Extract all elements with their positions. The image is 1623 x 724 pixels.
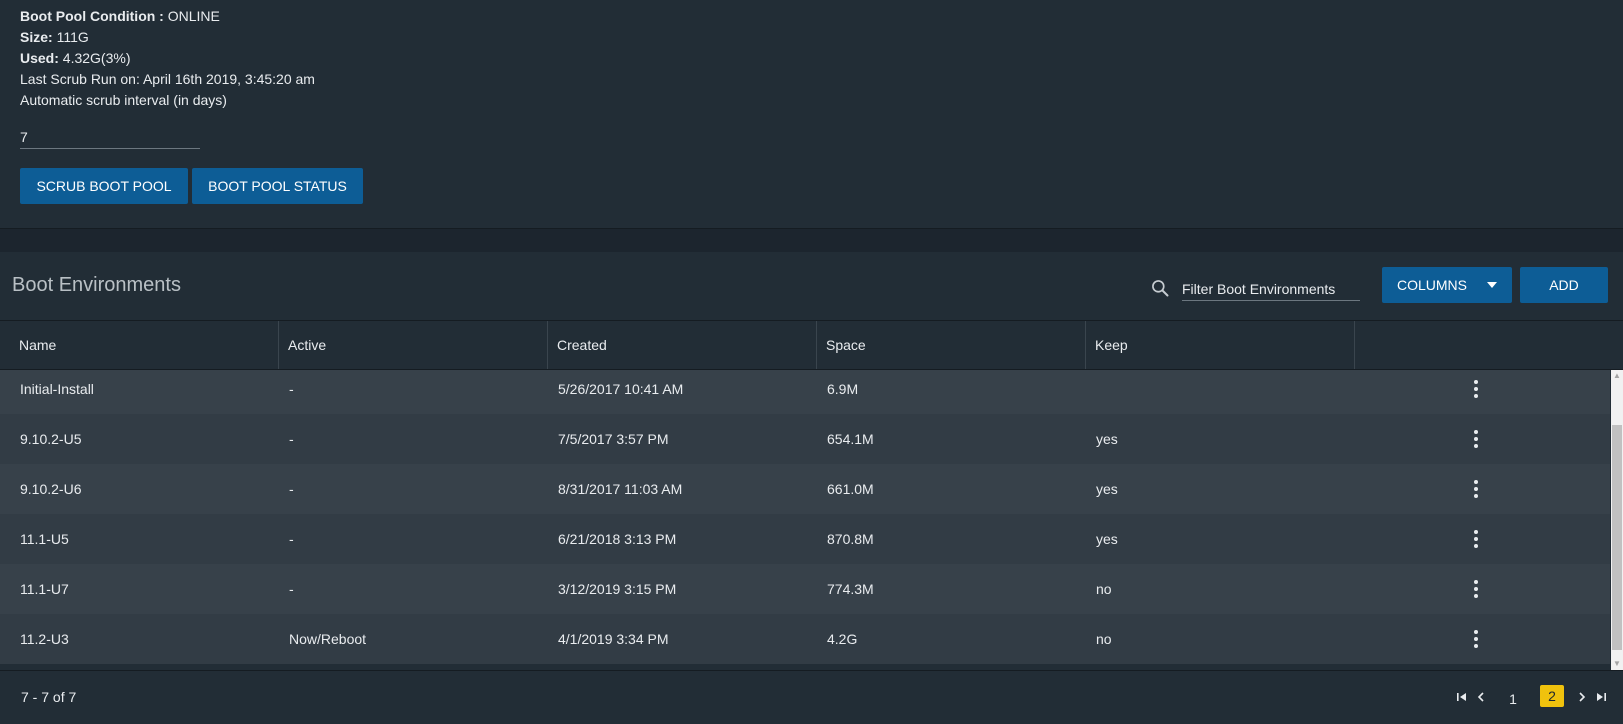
column-header-created[interactable]: Created bbox=[548, 321, 817, 369]
more-vert-icon[interactable] bbox=[1466, 377, 1486, 401]
cell-space: 654.1M bbox=[827, 431, 874, 447]
cell-space: 6.9M bbox=[827, 381, 859, 397]
add-button[interactable]: ADD bbox=[1520, 267, 1608, 303]
cell-keep: no bbox=[1096, 631, 1112, 647]
table-body: Initial-Install - 5/26/2017 10:41 AM 6.9… bbox=[0, 370, 1610, 670]
cell-active: - bbox=[289, 481, 294, 497]
cell-keep: no bbox=[1096, 581, 1112, 597]
more-vert-icon[interactable] bbox=[1466, 477, 1486, 501]
cell-created: 4/1/2019 3:34 PM bbox=[558, 631, 669, 647]
table-scrollbar[interactable]: ▲ ▼ bbox=[1611, 370, 1623, 670]
boot-environments-card: Boot Environments COLUMNS ADD Name Activ… bbox=[0, 252, 1623, 724]
cell-space: 661.0M bbox=[827, 481, 874, 497]
more-vert-icon[interactable] bbox=[1466, 527, 1486, 551]
last-scrub-text: Last Scrub Run on: April 16th 2019, 3:45… bbox=[20, 71, 315, 87]
table-row[interactable]: 9.10.2-U5 - 7/5/2017 3:57 PM 654.1M yes bbox=[0, 414, 1610, 464]
boot-pool-status-button[interactable]: BOOT POOL STATUS bbox=[192, 168, 363, 204]
pool-used: Used: 4.32G(3%) bbox=[20, 50, 131, 66]
chevron-down-icon bbox=[1487, 282, 1497, 288]
cell-active: - bbox=[289, 381, 294, 397]
cell-name: 11.1-U7 bbox=[20, 581, 69, 597]
pool-size-value: 111G bbox=[56, 29, 89, 45]
table-header: Name Active Created Space Keep bbox=[0, 321, 1623, 370]
pool-condition-value: ONLINE bbox=[167, 8, 220, 24]
pool-used-label: Used: bbox=[20, 50, 59, 66]
first-page-icon[interactable] bbox=[1456, 691, 1468, 703]
cell-created: 6/21/2018 3:13 PM bbox=[558, 531, 677, 547]
table-row[interactable]: Initial-Install - 5/26/2017 10:41 AM 6.9… bbox=[0, 370, 1610, 414]
column-header-space[interactable]: Space bbox=[817, 321, 1086, 369]
cell-created: 8/31/2017 11:03 AM bbox=[558, 481, 683, 497]
more-vert-icon[interactable] bbox=[1466, 627, 1486, 651]
cell-name: Initial-Install bbox=[20, 381, 94, 397]
cell-name: 9.10.2-U5 bbox=[20, 431, 82, 447]
last-page-icon[interactable] bbox=[1595, 691, 1607, 703]
pool-size: Size: 111G bbox=[20, 29, 89, 45]
cell-space: 870.8M bbox=[827, 531, 874, 547]
page-1-button[interactable]: 1 bbox=[1503, 689, 1523, 709]
cell-space: 4.2G bbox=[827, 631, 858, 647]
cell-created: 5/26/2017 10:41 AM bbox=[558, 381, 684, 397]
page-2-button[interactable]: 2 bbox=[1540, 685, 1564, 707]
chevron-left-icon[interactable] bbox=[1476, 691, 1486, 703]
table-footer: 7 - 7 of 7 1 2 bbox=[0, 670, 1623, 724]
scroll-down-arrow[interactable]: ▼ bbox=[1611, 658, 1623, 670]
cell-active: - bbox=[289, 431, 294, 447]
pagination-range: 7 - 7 of 7 bbox=[21, 689, 77, 705]
chevron-right-icon[interactable] bbox=[1577, 691, 1587, 703]
cell-created: 3/12/2019 3:15 PM bbox=[558, 581, 677, 597]
columns-button-label: COLUMNS bbox=[1397, 277, 1468, 293]
filter-input[interactable] bbox=[1182, 278, 1360, 301]
scroll-thumb[interactable] bbox=[1612, 425, 1622, 650]
table-row[interactable]: 11.1-U5 - 6/21/2018 3:13 PM 870.8M yes bbox=[0, 514, 1610, 564]
cell-active: - bbox=[289, 581, 294, 597]
cell-space: 774.3M bbox=[827, 581, 874, 597]
cell-active: - bbox=[289, 531, 294, 547]
cell-name: 11.2-U3 bbox=[20, 631, 69, 647]
scrub-interval-label: Automatic scrub interval (in days) bbox=[20, 92, 227, 108]
cell-keep: yes bbox=[1096, 481, 1118, 497]
cell-keep: yes bbox=[1096, 431, 1118, 447]
column-header-active[interactable]: Active bbox=[279, 321, 548, 369]
scrub-boot-pool-button[interactable]: SCRUB BOOT POOL bbox=[20, 168, 188, 204]
column-header-keep[interactable]: Keep bbox=[1086, 321, 1355, 369]
table-row[interactable]: 9.10.2-U6 - 8/31/2017 11:03 AM 661.0M ye… bbox=[0, 464, 1610, 514]
pool-used-value: 4.32G(3%) bbox=[62, 50, 131, 66]
pool-condition-label: Boot Pool Condition : bbox=[20, 8, 164, 24]
more-vert-icon[interactable] bbox=[1466, 577, 1486, 601]
column-header-name[interactable]: Name bbox=[10, 321, 279, 369]
cell-name: 9.10.2-U6 bbox=[20, 481, 82, 497]
cell-name: 11.1-U5 bbox=[20, 531, 69, 547]
scroll-up-arrow[interactable]: ▲ bbox=[1611, 370, 1623, 382]
more-vert-icon[interactable] bbox=[1466, 427, 1486, 451]
cell-keep: yes bbox=[1096, 531, 1118, 547]
search-icon bbox=[1152, 280, 1169, 297]
page-title: Boot Environments bbox=[12, 274, 181, 296]
card-header: Boot Environments COLUMNS ADD bbox=[0, 252, 1623, 321]
pool-size-label: Size: bbox=[20, 29, 53, 45]
table-row[interactable]: 11.1-U7 - 3/12/2019 3:15 PM 774.3M no bbox=[0, 564, 1610, 614]
columns-button[interactable]: COLUMNS bbox=[1382, 267, 1512, 303]
cell-active: Now/Reboot bbox=[289, 631, 367, 647]
boot-pool-panel: Boot Pool Condition : ONLINE Size: 111G … bbox=[0, 0, 1623, 229]
pool-condition: Boot Pool Condition : ONLINE bbox=[20, 8, 220, 24]
table-row[interactable]: 11.2-U3 Now/Reboot 4/1/2019 3:34 PM 4.2G… bbox=[0, 614, 1610, 664]
scrub-interval-input[interactable] bbox=[20, 126, 200, 149]
cell-created: 7/5/2017 3:57 PM bbox=[558, 431, 669, 447]
